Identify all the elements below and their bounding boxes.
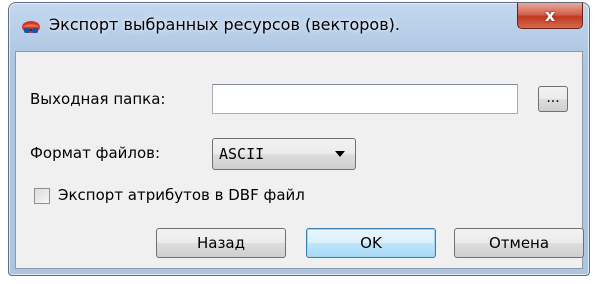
back-button[interactable]: Назад — [156, 228, 286, 258]
ok-button[interactable]: OK — [306, 228, 436, 258]
export-attributes-checkbox[interactable] — [34, 188, 50, 204]
close-icon: x — [544, 6, 556, 25]
export-attributes-label[interactable]: Экспорт атрибутов в DBF файл — [58, 186, 305, 204]
close-button[interactable]: x — [517, 3, 583, 29]
red-blue-glasses-icon — [22, 21, 40, 33]
dialog-content: Выходная папка: ... Формат файлов: ASCII… — [15, 51, 584, 269]
title-bar[interactable]: Экспорт выбранных ресурсов (векторов). x — [9, 3, 589, 51]
chevron-down-icon — [335, 151, 345, 157]
window-title: Экспорт выбранных ресурсов (векторов). — [49, 15, 400, 34]
dialog-window: Экспорт выбранных ресурсов (векторов). x… — [8, 2, 590, 276]
output-folder-input[interactable] — [212, 84, 518, 114]
browse-folder-button[interactable]: ... — [538, 86, 568, 112]
file-format-value: ASCII — [219, 145, 265, 163]
output-folder-label: Выходная папка: — [30, 90, 166, 108]
file-format-label: Формат файлов: — [30, 144, 161, 162]
file-format-select[interactable]: ASCII — [212, 138, 356, 170]
cancel-button[interactable]: Отмена — [454, 228, 584, 258]
